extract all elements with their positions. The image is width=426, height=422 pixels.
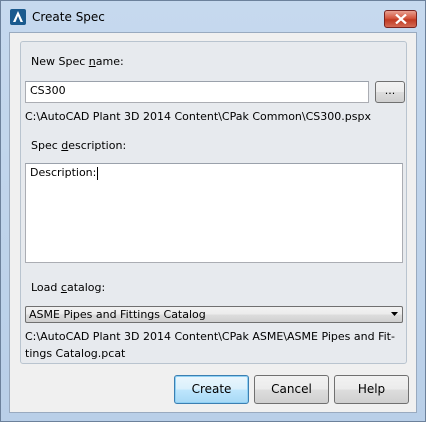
close-button[interactable] <box>384 10 417 28</box>
spec-name-input[interactable]: CS300 <box>25 81 369 103</box>
autocad-plant3d-icon <box>10 9 26 25</box>
catalog-selected-value: ASME Pipes and Fittings Catalog <box>29 308 206 321</box>
dialog-client-area: New Spec name: CS300 ... C:\AutoCAD Plan… <box>9 32 417 413</box>
chevron-down-icon <box>391 312 398 316</box>
spec-file-path: C:\AutoCAD Plant 3D 2014 Content\CPak Co… <box>25 110 371 123</box>
title-bar[interactable]: Create Spec <box>1 1 425 31</box>
spec-description-label: Spec description: <box>31 139 127 152</box>
text-caret <box>97 166 99 180</box>
close-icon <box>395 14 407 24</box>
create-button[interactable]: Create <box>174 375 249 404</box>
cancel-button[interactable]: Cancel <box>254 375 329 404</box>
help-button[interactable]: Help <box>334 375 409 404</box>
browse-button[interactable]: ... <box>375 81 405 103</box>
description-text: Description: <box>30 166 97 179</box>
spec-description-textarea[interactable]: Description: <box>25 163 403 263</box>
window-title: Create Spec <box>32 10 105 24</box>
spec-settings-group: New Spec name: CS300 ... C:\AutoCAD Plan… <box>20 41 407 364</box>
catalog-path-line1: C:\AutoCAD Plant 3D 2014 Content\CPak AS… <box>25 330 395 343</box>
catalog-select[interactable]: ASME Pipes and Fittings Catalog <box>25 306 403 323</box>
load-catalog-label: Load catalog: <box>31 281 106 294</box>
spec-name-label: New Spec name: <box>31 55 124 68</box>
create-spec-dialog: Create Spec New Spec name: CS300 ... C:\… <box>0 0 426 422</box>
catalog-path-line2: tings Catalog.pcat <box>25 347 126 360</box>
